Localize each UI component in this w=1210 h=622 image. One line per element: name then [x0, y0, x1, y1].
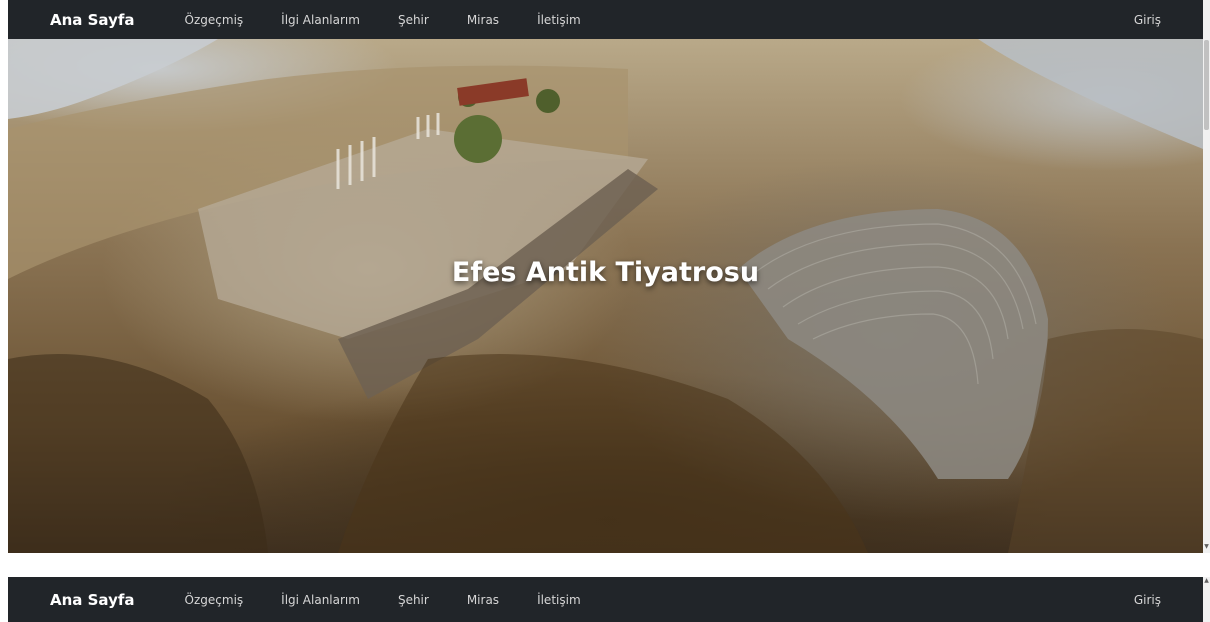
navbar-secondary: Ana Sayfa Özgeçmiş İlgi Alanlarım Şehir …	[8, 577, 1203, 622]
nav-link-sehir[interactable]: Şehir	[398, 593, 429, 607]
nav-link-ozgecmis[interactable]: Özgeçmiş	[185, 593, 244, 607]
nav-link-miras[interactable]: Miras	[467, 593, 499, 607]
page-frame-bottom: Ana Sayfa Özgeçmiş İlgi Alanlarım Şehir …	[8, 577, 1203, 622]
chevron-down-icon[interactable]: ▼	[1203, 543, 1210, 551]
nav-link-miras[interactable]: Miras	[467, 13, 499, 27]
nav-links: Özgeçmiş İlgi Alanlarım Şehir Miras İlet…	[185, 593, 1134, 607]
nav-link-iletisim[interactable]: İletişim	[537, 593, 581, 607]
nav-link-ozgecmis[interactable]: Özgeçmiş	[185, 13, 244, 27]
nav-link-ilgi-alanlarim[interactable]: İlgi Alanlarım	[281, 13, 360, 27]
nav-link-iletisim[interactable]: İletişim	[537, 13, 581, 27]
hero-banner: Efes Antik Tiyatrosu	[8, 39, 1203, 553]
brand-link[interactable]: Ana Sayfa	[50, 591, 135, 609]
nav-link-ilgi-alanlarim[interactable]: İlgi Alanlarım	[281, 593, 360, 607]
hero-image	[8, 39, 1203, 553]
scrollbar-top[interactable]: ▼	[1203, 0, 1210, 553]
nav-links: Özgeçmiş İlgi Alanlarım Şehir Miras İlet…	[185, 13, 1134, 27]
login-link[interactable]: Giriş	[1134, 593, 1161, 607]
scrollbar-bottom[interactable]: ▲	[1203, 577, 1210, 622]
chevron-up-icon[interactable]: ▲	[1203, 577, 1210, 585]
login-link[interactable]: Giriş	[1134, 13, 1161, 27]
hero-title: Efes Antik Tiyatrosu	[451, 257, 760, 288]
page-frame-top: Ana Sayfa Özgeçmiş İlgi Alanlarım Şehir …	[8, 0, 1203, 553]
brand-link[interactable]: Ana Sayfa	[50, 11, 135, 29]
navbar: Ana Sayfa Özgeçmiş İlgi Alanlarım Şehir …	[8, 0, 1203, 39]
scrollbar-thumb[interactable]	[1204, 40, 1209, 130]
nav-link-sehir[interactable]: Şehir	[398, 13, 429, 27]
